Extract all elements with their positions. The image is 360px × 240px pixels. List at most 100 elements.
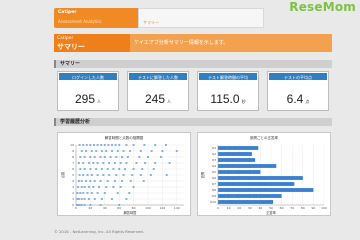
- stat-number: 295: [74, 92, 96, 106]
- summary-tab-label: サマリー: [143, 20, 159, 25]
- scatter-point: [85, 144, 88, 146]
- scatter-point: [92, 162, 95, 164]
- scatter-point: [116, 150, 119, 152]
- x-tick-label: 30: [248, 206, 252, 210]
- scatter-point: [85, 150, 88, 152]
- bar: [218, 182, 295, 186]
- scatter-point: [107, 144, 110, 146]
- y-tick-label: 0: [72, 203, 74, 207]
- scatter-point: [118, 204, 121, 206]
- y-tick-label: 10: [70, 143, 74, 147]
- scatter-point: [125, 198, 128, 200]
- scatter-point: [89, 204, 92, 206]
- scatter-point: [83, 198, 86, 200]
- scatter-point: [109, 156, 112, 158]
- page-title: サマリー: [57, 43, 85, 51]
- y-tick-label: Q10: [210, 200, 216, 204]
- scatter-point: [154, 144, 157, 146]
- scatter-point: [90, 192, 93, 194]
- y-tick-label: Q2: [212, 152, 216, 156]
- scatter-point: [138, 156, 141, 158]
- scatter-point: [87, 186, 90, 188]
- x-tick-label: 140: [174, 206, 180, 210]
- bar: [218, 194, 282, 198]
- y-tick-label: 7: [72, 161, 74, 165]
- y-tick-label: 4: [72, 179, 74, 183]
- scatter-point: [82, 162, 85, 164]
- stat-label: ログインした人数: [58, 72, 118, 81]
- scatter-point: [168, 162, 171, 164]
- scatter-point: [129, 180, 132, 182]
- x-tick-label: 80: [301, 206, 305, 210]
- stat-number: 6.4: [286, 92, 304, 106]
- x-tick-label: 100: [145, 206, 151, 210]
- scatter-point: [159, 156, 162, 158]
- summary-tab[interactable]: サマリー: [138, 8, 264, 28]
- copyright-footer: © 2016 - NetLearning, Inc. All Rights Re…: [54, 229, 145, 234]
- scatter-point: [105, 150, 108, 152]
- stat-value: 295 人: [58, 88, 118, 107]
- scatter-point: [96, 162, 99, 164]
- scatter-chart-panel: 解答時間と点数の相関図 0 1 2 3 4 5 6 7 8 9 10 0 20 40 60 80 100 120 1…: [57, 132, 191, 216]
- banner-app-name: Catiper: [57, 36, 74, 41]
- x-tick-label: 0: [217, 206, 219, 210]
- y-axis-label: 設問: [200, 172, 205, 178]
- y-tick-label: 2: [72, 191, 74, 195]
- banner-description: ケイエアブ分析サマリー情報を示します。: [134, 40, 229, 46]
- app-tab-sub: Assessment Analytics: [58, 19, 102, 24]
- scatter-point: [108, 174, 111, 176]
- scatter-point: [103, 192, 106, 194]
- scatter-point: [93, 156, 96, 158]
- scatter-point: [89, 156, 92, 158]
- scatter-point: [85, 180, 88, 182]
- x-tick-label: 120: [160, 206, 166, 210]
- x-tick-label: 60: [117, 206, 121, 210]
- x-tick-label: 90: [311, 206, 315, 210]
- scatter-point: [135, 162, 138, 164]
- y-tick-label: 6: [72, 167, 74, 171]
- scatter-point: [83, 156, 86, 158]
- scatter-point: [77, 198, 80, 200]
- scatter-point: [87, 198, 90, 200]
- scatter-point: [79, 168, 82, 170]
- scatter-point: [105, 186, 108, 188]
- scatter-point: [139, 150, 142, 152]
- scatter-point: [128, 192, 131, 194]
- stat-value: 6.4 点: [268, 88, 328, 107]
- y-tick-label: Q1: [212, 146, 216, 150]
- scatter-point: [142, 180, 145, 182]
- app-tab[interactable]: Catiper Assessment Analytics: [54, 8, 138, 28]
- resemom-logo: ReseMom: [289, 0, 356, 14]
- page-banner: Catiper サマリー ケイエアブ分析サマリー情報を示します。: [54, 34, 332, 52]
- y-tick-label: Q5: [212, 170, 216, 174]
- stat-card-avg-score: テストの平均点 6.4 点: [267, 71, 329, 111]
- scatter-point: [79, 192, 82, 194]
- scatter-point: [116, 192, 119, 194]
- scatter-point: [154, 162, 157, 164]
- scatter-point: [131, 174, 134, 176]
- x-tick-label: 20: [88, 206, 92, 210]
- bar: [218, 164, 277, 168]
- scatter-point: [113, 162, 116, 164]
- stat-number: 245: [144, 92, 166, 106]
- scatter-chart: 0123456789100 20 40 60 80 100 120 140解答時間点数: [60, 143, 184, 215]
- stat-value: 245 人: [128, 88, 188, 107]
- scatter-point: [99, 156, 102, 158]
- scatter-point: [175, 150, 178, 152]
- scatter-point: [87, 162, 90, 164]
- scatter-point: [119, 162, 122, 164]
- scatter-point: [77, 180, 80, 182]
- scatter-point: [83, 204, 86, 206]
- scatter-point: [86, 192, 89, 194]
- stat-number: 115.0: [210, 92, 240, 106]
- summary-section-header: サマリー: [54, 60, 332, 68]
- x-tick-label: 100: [321, 206, 327, 210]
- scatter-point: [112, 186, 115, 188]
- stat-value: 115.0 秒: [198, 88, 258, 107]
- y-tick-label: Q9: [212, 194, 216, 198]
- scatter-point: [165, 174, 168, 176]
- scatter-point: [77, 186, 80, 188]
- scatter-point: [122, 150, 125, 152]
- scatter-point: [112, 168, 115, 170]
- scatter-point: [103, 156, 106, 158]
